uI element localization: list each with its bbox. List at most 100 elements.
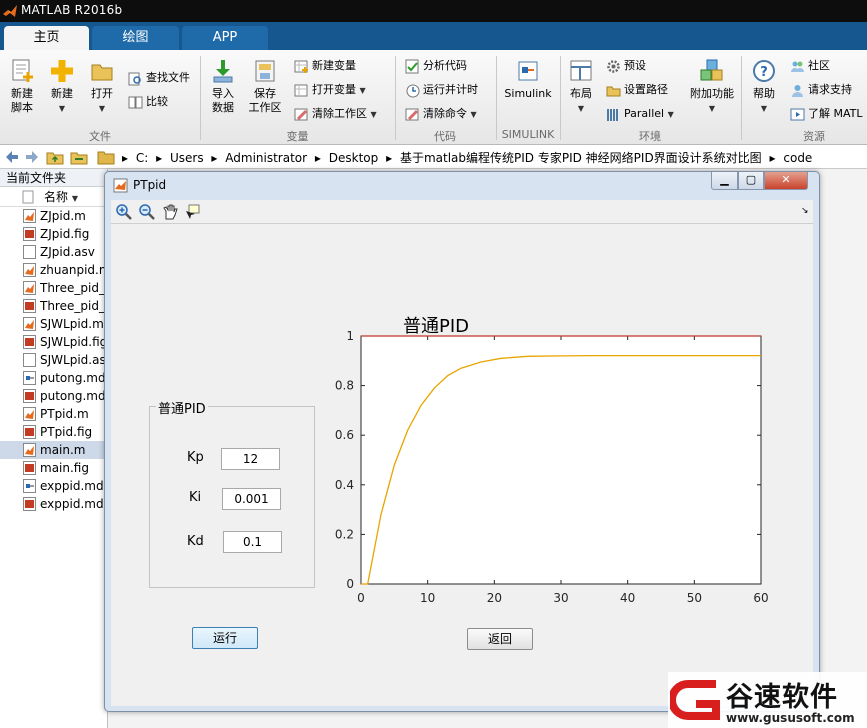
help-icon: ? (753, 60, 775, 82)
help-button[interactable]: ? 帮助 ▼ (748, 58, 780, 116)
import-data-button[interactable]: 导入 数据 (206, 58, 240, 115)
open-dropdown-icon: ▼ (98, 104, 106, 113)
forward-arrow-icon[interactable] (24, 149, 40, 168)
minimize-button[interactable]: ▁ (711, 172, 738, 190)
breadcrumb-item[interactable]: Users (170, 151, 204, 165)
fig-file-icon (23, 497, 36, 511)
request-support-button[interactable]: 请求支持 (790, 80, 852, 100)
file-name: PTpid.fig (40, 425, 93, 439)
file-list-item[interactable]: PTpid.fig (0, 423, 107, 441)
open-button[interactable]: 打开 ▼ (86, 58, 118, 116)
new-variable-button[interactable]: 新建变量 (294, 56, 356, 76)
file-list-item[interactable]: exppid.md (0, 477, 107, 495)
name-column-header[interactable]: 名称 ▼ (0, 187, 107, 207)
run-and-time-button[interactable]: 运行并计时 (405, 80, 478, 100)
learn-matlab-button[interactable]: 了解 MATL (790, 104, 863, 124)
ribbon-tab-bar: 主页 绘图 APP (0, 22, 867, 50)
breadcrumb-item[interactable]: code (783, 151, 812, 165)
text-file-icon (23, 353, 36, 367)
text-file-icon (23, 245, 36, 259)
fig-file-icon (23, 425, 36, 439)
new-script-button[interactable]: 新建 脚本 (4, 58, 40, 115)
community-label: 社区 (808, 59, 830, 72)
save-workspace-label: 保存 工作区 (248, 87, 282, 114)
open-variable-button[interactable]: 打开变量 ▼ (294, 80, 366, 100)
add-ons-button[interactable]: 附加功能 ▼ (688, 58, 736, 116)
x-tick-label: 30 (553, 591, 568, 605)
set-path-button[interactable]: 设置路径 (606, 80, 668, 100)
maximize-button[interactable]: ▢ (738, 172, 764, 190)
tab-plots[interactable]: 绘图 (92, 26, 179, 50)
file-list-item[interactable]: SJWLpid.m (0, 315, 107, 333)
save-workspace-button[interactable]: 保存 工作区 (246, 58, 284, 115)
help-dropdown-icon: ▼ (760, 104, 768, 113)
tab-home[interactable]: 主页 (4, 26, 89, 50)
file-name: putong.md (40, 371, 106, 385)
clear-commands-button[interactable]: 清除命令 ▼ (405, 104, 477, 124)
file-list-item[interactable]: PTpid.m (0, 405, 107, 423)
watermark-logo-icon (670, 680, 720, 720)
add-ons-cubes-icon (700, 59, 723, 81)
figure-toolbar: ↘ (111, 200, 813, 224)
preferences-label: 预设 (624, 59, 646, 72)
zoom-in-icon[interactable] (115, 203, 133, 224)
back-button[interactable]: 返回 (467, 628, 533, 650)
close-button[interactable]: ✕ (764, 172, 808, 190)
file-list-item[interactable]: putong.md (0, 369, 107, 387)
file-list-item[interactable]: SJWLpid.fig (0, 333, 107, 351)
file-name: SJWLpid.fig (40, 335, 107, 349)
file-list-item[interactable]: main.m (0, 441, 107, 459)
file-list-item[interactable]: ZJpid.fig (0, 225, 107, 243)
preferences-button[interactable]: 预设 (606, 56, 646, 76)
back-arrow-icon[interactable] (4, 149, 20, 168)
new-button[interactable]: 新建 ▼ (46, 58, 78, 116)
file-name: ZJpid.m (40, 209, 86, 223)
file-list-item[interactable]: Three_pid_ (0, 279, 107, 297)
find-files-button[interactable]: 查找文件 (128, 68, 190, 88)
file-name: main.fig (40, 461, 89, 475)
simulink-icon (518, 61, 538, 81)
run-button[interactable]: 运行 (192, 627, 258, 649)
y-tick-label: 0.6 (335, 428, 354, 442)
group-variable-label: 变量 (286, 130, 309, 143)
file-name: zhuanpid.m (40, 263, 107, 277)
breadcrumb-item[interactable]: Desktop (329, 151, 379, 165)
browse-folder-icon[interactable] (70, 149, 88, 168)
current-folder-panel: 当前文件夹 名称 ▼ ZJpid.m ZJpid.fig ZJpid.asv zhua… (0, 169, 108, 728)
community-button[interactable]: 社区 (790, 56, 830, 76)
pan-hand-icon[interactable] (161, 203, 179, 224)
file-name: SJWLpid.as (40, 353, 106, 367)
tab-apps[interactable]: APP (182, 26, 268, 50)
data-cursor-icon[interactable] (184, 203, 202, 224)
file-list-item[interactable]: putong.md (0, 387, 107, 405)
breadcrumb-item[interactable]: C: (136, 151, 148, 165)
up-folder-icon[interactable] (46, 149, 64, 168)
file-list-item[interactable]: ZJpid.m (0, 207, 107, 225)
clear-commands-label: 清除命令 (423, 107, 467, 120)
file-name: exppid.md (40, 497, 104, 511)
clear-workspace-dropdown-icon: ▼ (370, 110, 377, 119)
compare-button[interactable]: 比较 (128, 92, 168, 112)
zoom-out-icon[interactable] (138, 203, 156, 224)
close-icon: ✕ (781, 173, 791, 186)
model-file-icon (23, 371, 36, 385)
breadcrumb-separator-icon: ▸ (156, 151, 163, 165)
file-list-item[interactable]: Three_pid_ (0, 297, 107, 315)
file-list-item[interactable]: main.fig (0, 459, 107, 477)
breadcrumb-item[interactable]: 基于matlab编程传统PID 专家PID 神经网络PID界面设计系统对比图 (400, 151, 762, 165)
m-file-icon (23, 443, 36, 457)
file-list-item[interactable]: ZJpid.asv (0, 243, 107, 261)
toolbar-dock-arrow-icon[interactable]: ↘ (801, 206, 809, 216)
parallel-button[interactable]: Parallel ▼ (606, 104, 674, 124)
file-list-item[interactable]: SJWLpid.as (0, 351, 107, 369)
maximize-icon: ▢ (745, 173, 757, 186)
file-list-item[interactable]: zhuanpid.m (0, 261, 107, 279)
file-list-item[interactable]: exppid.md (0, 495, 107, 513)
analyze-code-button[interactable]: 分析代码 (405, 56, 467, 76)
simulink-button[interactable]: Simulink (502, 58, 554, 101)
file-name: main.m (40, 443, 86, 457)
clear-workspace-button[interactable]: 清除工作区 ▼ (294, 104, 377, 124)
layout-button[interactable]: 布局 ▼ (566, 58, 596, 116)
breadcrumb-item[interactable]: Administrator (225, 151, 307, 165)
breadcrumb-separator-icon: ▸ (769, 151, 776, 165)
